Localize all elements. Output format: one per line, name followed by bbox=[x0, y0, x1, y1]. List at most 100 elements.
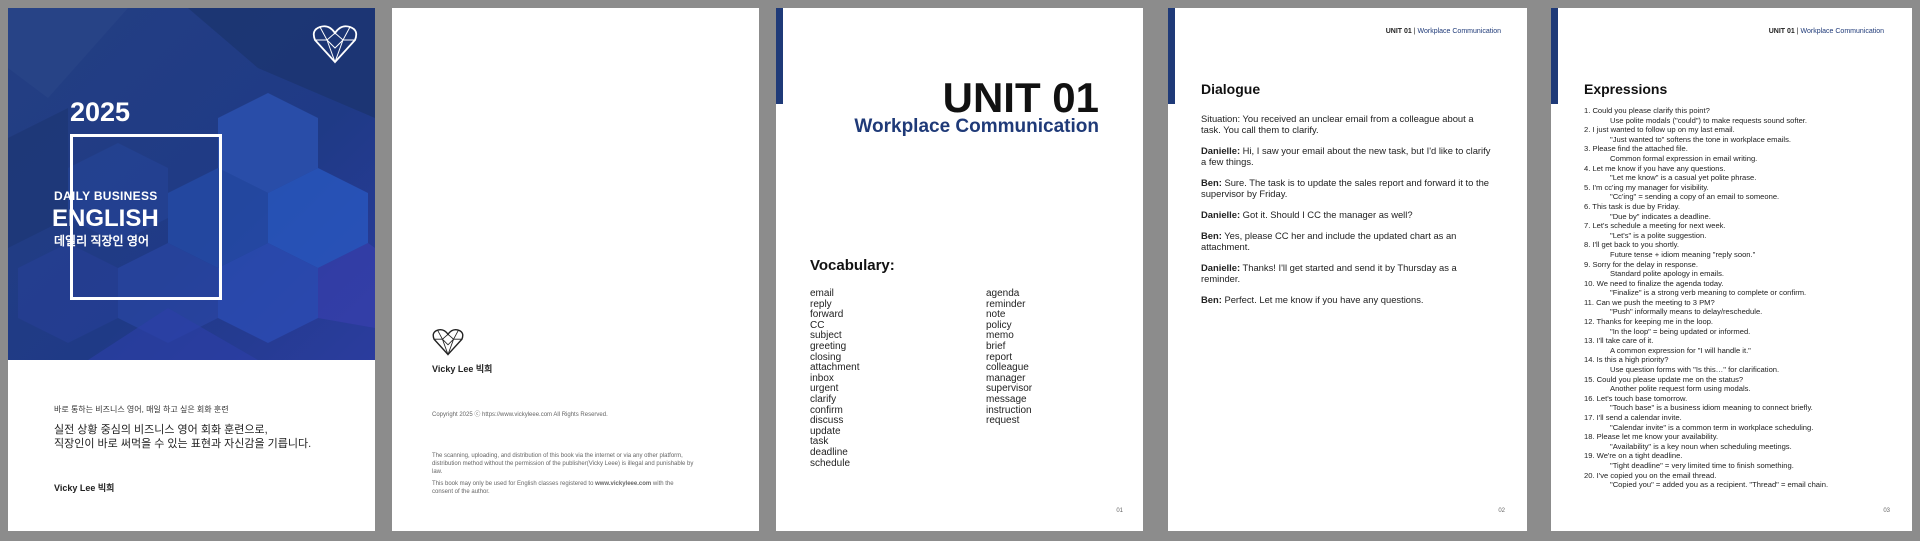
dialogue-line: Danielle: Got it. Should I CC the manage… bbox=[1201, 209, 1491, 220]
expression-explanation: "Let's" is a polite suggestion. bbox=[1610, 230, 1707, 240]
accent-bar bbox=[776, 8, 783, 104]
expression-phrase: 18. Please let me know your availability… bbox=[1584, 432, 1719, 442]
unit-title: UNIT 01 bbox=[942, 74, 1099, 121]
page-number: 01 bbox=[1116, 508, 1123, 514]
cover-description-line: 직장인이 바로 써먹을 수 있는 표현과 자신감을 기릅니다. bbox=[54, 438, 312, 450]
running-header: UNIT 01 | Workplace Communication bbox=[1769, 28, 1884, 35]
cover-subtitle: DAILY BUSINESS bbox=[54, 189, 158, 203]
line-text: Thanks! I'll get started and send it by … bbox=[1201, 262, 1457, 284]
expression-explanation: "Push" informally means to delay/resched… bbox=[1610, 307, 1763, 317]
expression-explanation: Use question forms with "Is this…" for c… bbox=[1610, 365, 1780, 375]
expression-phrase: 9. Sorry for the delay in response. bbox=[1584, 259, 1698, 269]
expression-phrase: 16. Let's touch base tomorrow. bbox=[1584, 393, 1688, 403]
expression-explanation: "Cc'ing" = sending a copy of an email to… bbox=[1610, 192, 1780, 202]
expression-phrase: 11. Can we push the meeting to 3 PM? bbox=[1584, 297, 1715, 307]
vocabulary-heading: Vocabulary: bbox=[810, 257, 895, 274]
vocabulary-word: greeting bbox=[810, 340, 847, 352]
expression-item: 6. This task is due by Friday. "Due by" i… bbox=[1584, 202, 1904, 221]
usage-note-prefix: This book may only be used for English c… bbox=[432, 481, 596, 487]
speaker-name: Danielle: bbox=[1201, 209, 1241, 220]
expression-explanation: A common expression for "I will handle i… bbox=[1610, 345, 1751, 355]
dialogue-line: Ben: Sure. The task is to update the sal… bbox=[1201, 177, 1491, 199]
unit-subtitle: Workplace Communication bbox=[854, 116, 1099, 137]
copyright-page: Vicky Lee 빅희 Copyright 2025 ⓒ https://ww… bbox=[392, 8, 759, 531]
expression-item: 9. Sorry for the delay in response. Stand… bbox=[1584, 260, 1904, 279]
expression-item: 20. I've copied you on the email thread.… bbox=[1584, 471, 1904, 490]
expression-item: 4. Let me know if you have any questions… bbox=[1584, 164, 1904, 183]
cover-description: 실전 상황 중심의 비즈니스 영어 회화 훈련으로, 직장인이 바로 써먹을 수… bbox=[54, 423, 354, 451]
expression-explanation: Another polite request form using modals… bbox=[1610, 384, 1751, 394]
expressions-list: 1. Could you please clarify this point? U… bbox=[1584, 106, 1904, 490]
expression-explanation: "Touch base" is a business idiom meaning… bbox=[1610, 403, 1813, 413]
cover-description-line: 실전 상황 중심의 비즈니스 영어 회화 훈련으로, bbox=[54, 424, 268, 436]
expression-item: 12. Thanks for keeping me in the loop. "I… bbox=[1584, 317, 1904, 336]
cover-title-korean: 데일리 직장인 영어 bbox=[54, 234, 149, 248]
expression-phrase: 7. Let's schedule a meeting for next wee… bbox=[1584, 221, 1726, 231]
usage-note: This book may only be used for English c… bbox=[432, 480, 682, 496]
expression-phrase: 14. Is this a high priority? bbox=[1584, 355, 1669, 365]
line-text: Yes, please CC her and include the updat… bbox=[1201, 230, 1457, 252]
dialogue-body: Situation: You received an unclear email… bbox=[1201, 113, 1491, 315]
expression-item: 10. We need to finalize the agenda today… bbox=[1584, 279, 1904, 298]
expression-explanation: Use polite modals ("could") to make requ… bbox=[1610, 115, 1808, 125]
header-title: Workplace Communication bbox=[1417, 28, 1501, 35]
expression-phrase: 17. I'll send a calendar invite. bbox=[1584, 413, 1682, 422]
speaker-name: Ben: bbox=[1201, 294, 1222, 305]
speaker-name: Ben: bbox=[1201, 230, 1222, 241]
author-name: Vicky Lee 빅희 bbox=[432, 364, 493, 374]
expression-item: 16. Let's touch base tomorrow. "Touch bas… bbox=[1584, 394, 1904, 413]
expressions-page: UNIT 01 | Workplace Communication Expres… bbox=[1551, 8, 1912, 531]
heart-logo-icon bbox=[312, 25, 358, 64]
line-text: Hi, I saw your email about the new task,… bbox=[1201, 145, 1491, 167]
expression-explanation: Future tense + idiom meaning "reply soon… bbox=[1610, 249, 1756, 259]
vocabulary-column-1: email reply forward CC subject greeting closin… bbox=[810, 288, 859, 469]
expression-explanation: "Finalize" is a strong verb meaning to c… bbox=[1610, 288, 1807, 298]
running-header: UNIT 01 | Workplace Communication bbox=[1386, 28, 1501, 35]
dialogue-line: Danielle: Thanks! I'll get started and s… bbox=[1201, 262, 1491, 284]
expression-explanation: "Copied you" = added you as a recipient.… bbox=[1610, 480, 1829, 490]
expression-phrase: 2. I just wanted to follow up on my last… bbox=[1584, 125, 1735, 135]
expression-item: 18. Please let me know your availability… bbox=[1584, 432, 1904, 451]
cover-tagline: 바로 통하는 비즈니스 영어, 매일 하고 싶은 회화 훈련 bbox=[54, 405, 229, 414]
speaker-name: Danielle: bbox=[1201, 262, 1241, 273]
line-text: Perfect. Let me know if you have any que… bbox=[1221, 294, 1424, 305]
expression-phrase: 8. I'll get back to you shortly. bbox=[1584, 240, 1680, 250]
cover-author: Vicky Lee 빅희 bbox=[54, 483, 115, 493]
expression-explanation: "Just wanted to" softens the tone in wor… bbox=[1610, 134, 1791, 144]
expression-item: 19. We're on a tight deadline. "Tight dea… bbox=[1584, 451, 1904, 470]
header-unit: UNIT 01 bbox=[1385, 28, 1412, 35]
expression-explanation: "Availability" is a key noun when schedu… bbox=[1610, 441, 1792, 451]
legal-notice: The scanning, uploading, and distributio… bbox=[432, 453, 694, 475]
header-title: Workplace Communication bbox=[1800, 28, 1884, 35]
page-number: 02 bbox=[1498, 508, 1505, 514]
expression-phrase: 13. I'll take care of it. bbox=[1584, 336, 1654, 346]
dialogue-line: Danielle: Hi, I saw your email about the… bbox=[1201, 145, 1491, 167]
expression-phrase: 3. Please find the attached file. bbox=[1584, 144, 1688, 154]
vocabulary-word: clarify bbox=[810, 393, 837, 405]
dialogue-line: Ben: Perfect. Let me know if you have an… bbox=[1201, 294, 1491, 305]
expression-explanation: "Let me know" is a casual yet polite phr… bbox=[1610, 173, 1757, 183]
copyright-line: Copyright 2025 ⓒ https://www.vickyleee.c… bbox=[432, 412, 608, 418]
expression-explanation: Standard polite apology in emails. bbox=[1610, 269, 1724, 279]
accent-bar bbox=[1168, 8, 1175, 104]
expression-phrase: 19. We're on a tight deadline. bbox=[1584, 451, 1683, 461]
header-unit: UNIT 01 bbox=[1768, 28, 1795, 35]
usage-note-site: www.vickyleee.com bbox=[595, 481, 652, 487]
dialogue-line: Ben: Yes, please CC her and include the … bbox=[1201, 230, 1491, 252]
dialogue-lines: Danielle: Hi, I saw your email about the… bbox=[1201, 145, 1491, 305]
expression-explanation: "Tight deadline" = very limited time to … bbox=[1610, 460, 1794, 470]
accent-bar bbox=[1551, 8, 1558, 104]
expression-phrase: 6. This task is due by Friday. bbox=[1584, 201, 1680, 211]
situation-text: Situation: You received an unclear email… bbox=[1201, 113, 1474, 135]
cover-page: 2025 DAILY BUSINESS ENGLISH 데일리 직장인 영어 바… bbox=[8, 8, 375, 531]
expression-item: 3. Please find the attached file. Common … bbox=[1584, 144, 1904, 163]
expression-phrase: 15. Could you please update me on the st… bbox=[1584, 374, 1744, 384]
vocabulary-word: schedule bbox=[810, 457, 851, 469]
heart-logo-icon bbox=[432, 328, 464, 356]
speaker-name: Ben: bbox=[1201, 177, 1222, 188]
expression-item: 13. I'll take care of it. A common expres… bbox=[1584, 336, 1904, 355]
vocabulary-word: deadline bbox=[810, 446, 848, 458]
expression-item: 14. Is this a high priority? Use question… bbox=[1584, 355, 1904, 374]
expression-item: 2. I just wanted to follow up on my last… bbox=[1584, 125, 1904, 144]
line-text: Sure. The task is to update the sales re… bbox=[1201, 177, 1490, 199]
